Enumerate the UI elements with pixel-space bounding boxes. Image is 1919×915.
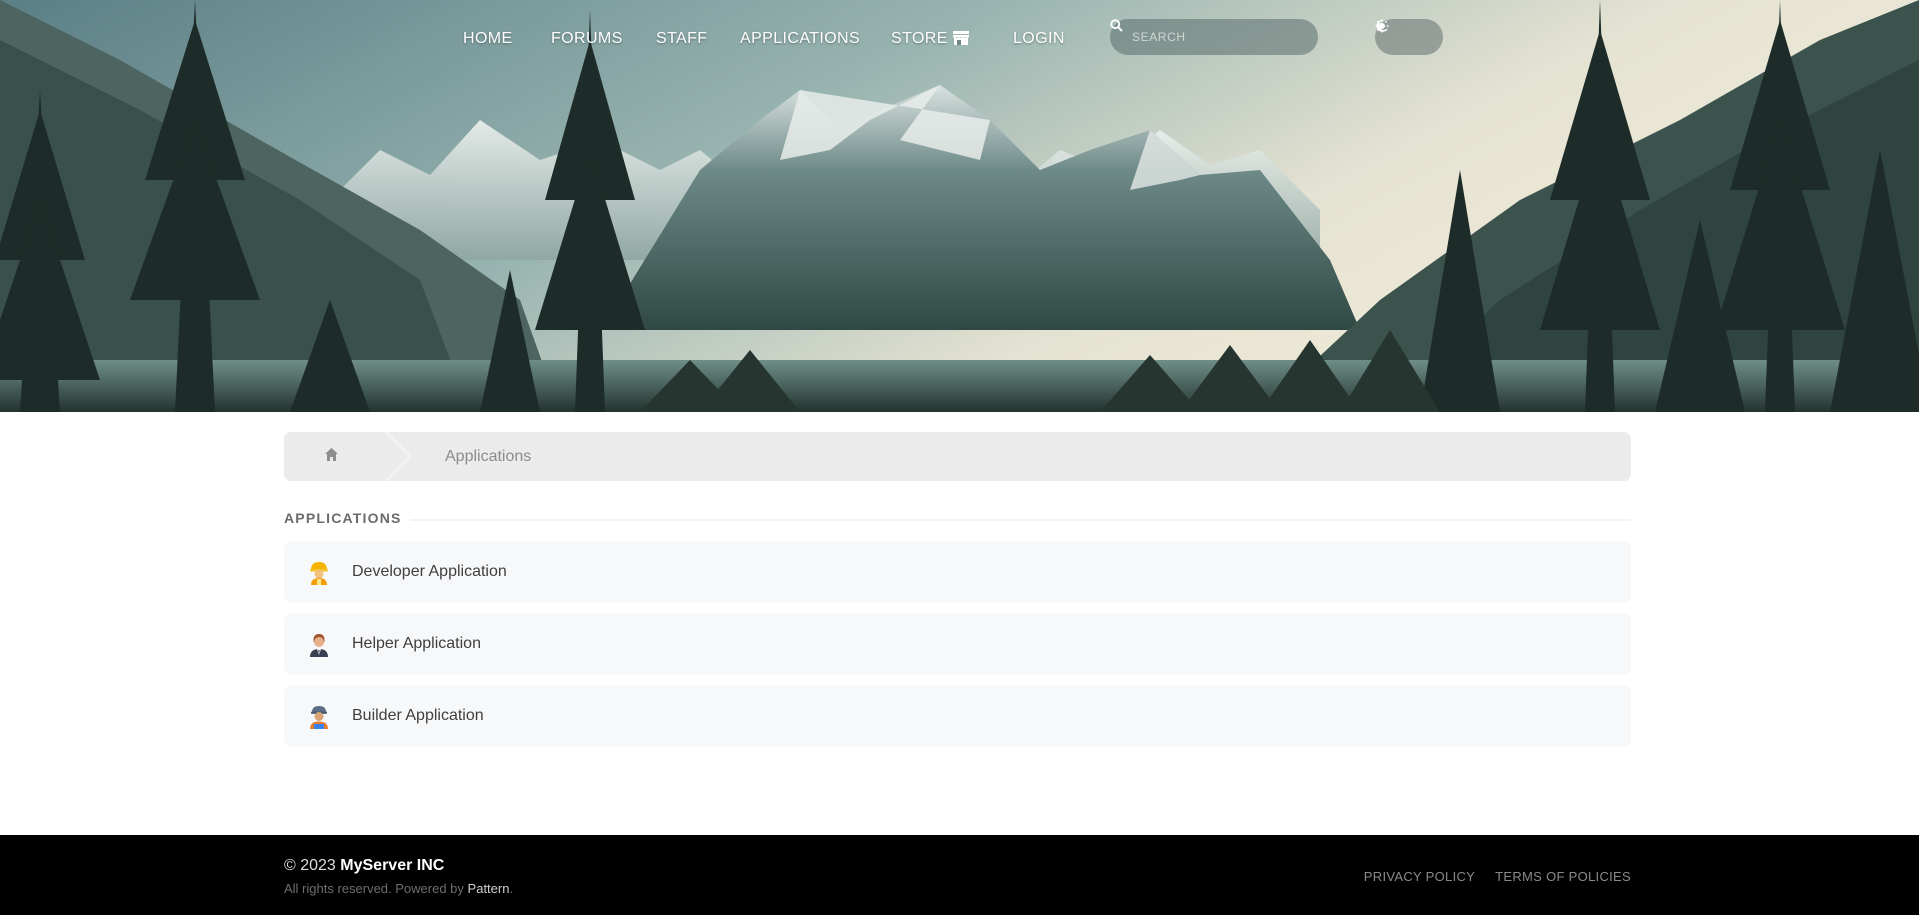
application-label: Developer Application bbox=[352, 563, 507, 580]
terms-of-policies-link[interactable]: TERMS OF POLICIES bbox=[1495, 869, 1631, 884]
rights-line: All rights reserved. Powered by Pattern. bbox=[284, 881, 513, 896]
home-icon bbox=[324, 447, 339, 467]
section-divider bbox=[410, 519, 1631, 521]
theme-toggle bbox=[1375, 19, 1443, 55]
application-item-developer[interactable]: Developer Application bbox=[284, 541, 1631, 603]
applications-list: Developer Application Helper Application… bbox=[284, 541, 1631, 757]
copyright-year: © 2023 bbox=[284, 857, 336, 874]
rights-text: All rights reserved. Powered by bbox=[284, 881, 464, 896]
person-in-suit-emoji-icon bbox=[306, 631, 332, 657]
application-item-helper[interactable]: Helper Application bbox=[284, 613, 1631, 675]
copyright-line: © 2023 MyServer INC bbox=[284, 857, 444, 875]
worker-with-cap-emoji-icon bbox=[306, 703, 332, 729]
footer-brand: MyServer INC bbox=[340, 857, 445, 874]
footer: © 2023 MyServer INC All rights reserved.… bbox=[0, 835, 1919, 915]
application-item-builder[interactable]: Builder Application bbox=[284, 685, 1631, 747]
nav-home-link[interactable]: HOME bbox=[463, 28, 513, 50]
top-navigation: HOME FORUMS STAFF APPLICATIONS STORE LOG… bbox=[0, 28, 1919, 52]
construction-worker-emoji-icon bbox=[306, 559, 332, 585]
privacy-policy-link[interactable]: PRIVACY POLICY bbox=[1364, 869, 1475, 884]
breadcrumb-home[interactable] bbox=[284, 432, 394, 481]
nav-store-link[interactable]: STORE bbox=[891, 28, 948, 50]
section-title: APPLICATIONS bbox=[284, 510, 402, 526]
mountain-landscape-image bbox=[0, 0, 1919, 412]
nav-forums-link[interactable]: FORUMS bbox=[551, 28, 623, 50]
search-bar[interactable] bbox=[1110, 19, 1318, 55]
sun-icon[interactable] bbox=[1375, 19, 1434, 46]
nav-staff-link[interactable]: STAFF bbox=[656, 28, 707, 50]
search-input[interactable] bbox=[1132, 30, 1292, 44]
nav-applications-link[interactable]: APPLICATIONS bbox=[740, 28, 860, 50]
application-label: Helper Application bbox=[352, 635, 481, 652]
nav-login-link[interactable]: LOGIN bbox=[1013, 28, 1065, 50]
rights-period: . bbox=[509, 881, 514, 896]
powered-by-link[interactable]: Pattern bbox=[468, 881, 510, 896]
breadcrumb-separator bbox=[384, 432, 413, 481]
breadcrumb-current: Applications bbox=[445, 448, 532, 465]
footer-links: PRIVACY POLICY TERMS OF POLICIES bbox=[1364, 869, 1631, 884]
breadcrumb: Applications bbox=[284, 432, 1631, 481]
application-label: Builder Application bbox=[352, 707, 484, 724]
hero-banner: HOME FORUMS STAFF APPLICATIONS STORE LOG… bbox=[0, 0, 1919, 412]
store-icon[interactable] bbox=[952, 29, 970, 47]
